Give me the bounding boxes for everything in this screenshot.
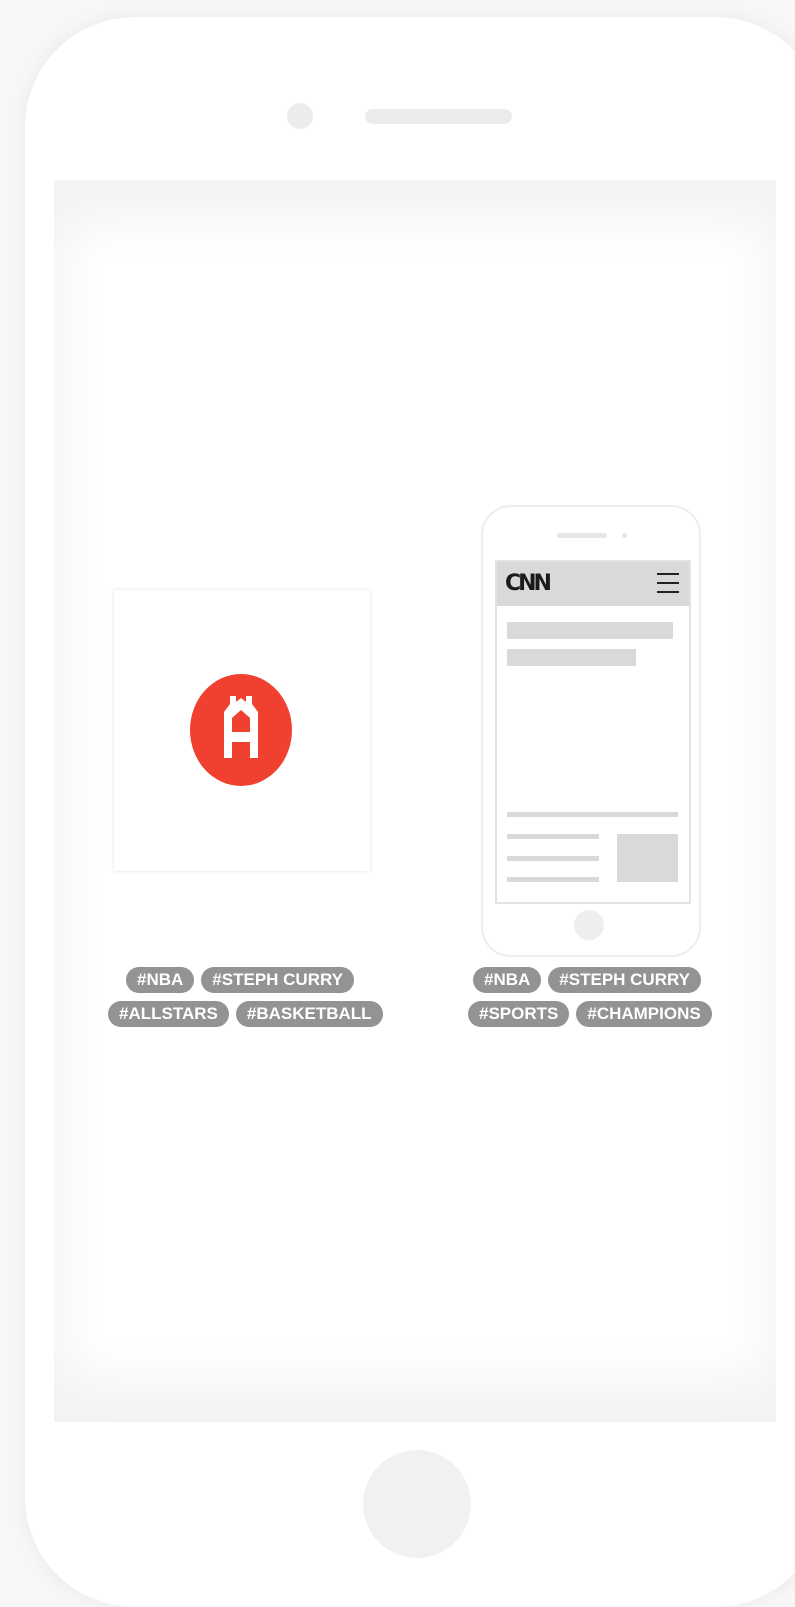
tag-nba[interactable]: #NBA [473, 967, 542, 993]
mini-speaker [557, 533, 607, 538]
cnn-logo[interactable]: CNN [505, 570, 552, 598]
tag-basketball[interactable]: #BASKETBALL [235, 1001, 383, 1027]
tag-allstars[interactable]: #ALLSTARS [108, 1001, 229, 1027]
image-placeholder [617, 834, 678, 882]
text-line-placeholder [507, 877, 599, 882]
divider-line [507, 812, 678, 817]
mini-phone-mockup[interactable]: CNN [481, 505, 701, 957]
left-tags-row-2: #ALLSTARS #BASKETBALL [108, 1001, 383, 1027]
app-card[interactable] [114, 590, 370, 871]
castle-logo-icon [190, 674, 292, 786]
mini-screen: CNN [495, 560, 691, 904]
tag-sports[interactable]: #SPORTS [468, 1001, 570, 1027]
subheadline-placeholder [507, 649, 636, 666]
hamburger-menu-icon[interactable] [657, 573, 679, 595]
tag-nba[interactable]: #NBA [126, 967, 195, 993]
camera-icon [287, 103, 313, 129]
tag-champions[interactable]: #CHAMPIONS [576, 1001, 712, 1027]
mini-home-button [574, 910, 604, 940]
headline-placeholder [507, 622, 673, 639]
text-line-placeholder [507, 834, 599, 839]
mini-camera-icon [622, 533, 627, 538]
site-header: CNN [497, 562, 689, 606]
tag-steph-curry[interactable]: #STEPH CURRY [201, 967, 354, 993]
home-button[interactable] [363, 1450, 471, 1558]
tag-steph-curry[interactable]: #STEPH CURRY [548, 967, 701, 993]
speaker-grille [365, 109, 512, 124]
text-line-placeholder [507, 856, 599, 861]
right-tags-row-1: #NBA #STEPH CURRY [473, 967, 701, 993]
left-tags-row-1: #NBA #STEPH CURRY [126, 967, 354, 993]
right-tags-row-2: #SPORTS #CHAMPIONS [468, 1001, 712, 1027]
